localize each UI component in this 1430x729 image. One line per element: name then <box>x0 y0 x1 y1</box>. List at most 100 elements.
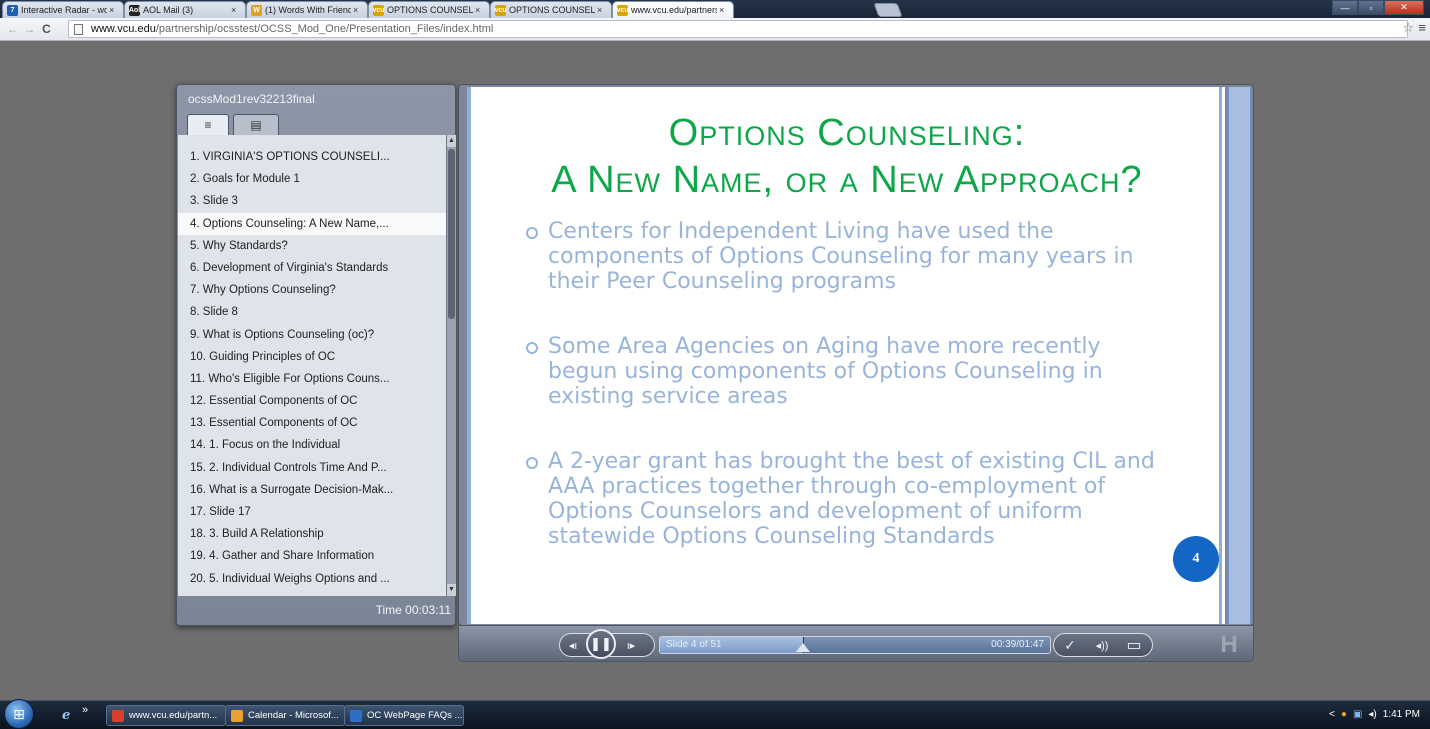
elapsed-time: Time 00:03:11 <box>375 603 451 617</box>
network-icon[interactable]: ▣ <box>1353 709 1362 720</box>
outline-sidebar: ocssMod1rev32213final ≡ ▤ 1. VIRGINIA'S … <box>176 84 456 626</box>
browser-tab[interactable]: vcuOPTIONS COUNSELING S× <box>368 1 490 18</box>
pause-icon[interactable]: ❚❚ <box>586 628 616 659</box>
presentation-player: ocssMod1rev32213final ≡ ▤ 1. VIRGINIA'S … <box>176 84 1254 662</box>
seek-bar[interactable]: Slide 4 of 51 00:39/01:47 <box>659 636 1051 654</box>
seek-handle-icon[interactable] <box>796 643 811 652</box>
outline-item[interactable]: 16. What is a Surrogate Decision-Mak... <box>178 479 446 501</box>
outline-item[interactable]: 7. Why Options Counseling? <box>178 279 446 301</box>
outline-item[interactable]: 1. VIRGINIA'S OPTIONS COUNSELI... <box>178 146 446 168</box>
slide-number-badge: 4 <box>1173 536 1219 582</box>
close-tab-icon[interactable]: × <box>597 5 607 15</box>
ie-icon[interactable]: e <box>62 708 70 723</box>
outline-item[interactable]: 8. Slide 8 <box>178 301 446 323</box>
outline-item[interactable]: 13. Essential Components of OC <box>178 412 446 434</box>
slide-bullet: A 2-year grant has brought the best of e… <box>526 449 1166 549</box>
minimize-button[interactable]: — <box>1332 0 1358 15</box>
slide-border-decoration <box>1227 87 1251 624</box>
playback-controls: ◂ı ❚❚ ı▸ Slide 4 of 51 00:39/01:47 ✓ ◂))… <box>458 625 1254 662</box>
presentation-title: ocssMod1rev32213final <box>188 92 315 106</box>
url-host: www.vcu.edu <box>91 23 156 35</box>
close-window-button[interactable]: ✕ <box>1384 0 1424 15</box>
outline-item[interactable]: 18. 3. Build A Relationship <box>178 523 446 545</box>
slide-bullets: Centers for Independent Living have used… <box>526 219 1166 589</box>
vcu-icon: vcu <box>372 4 385 16</box>
browser-tab[interactable]: 7Interactive Radar - wdbj7.× <box>2 1 124 18</box>
maximize-button[interactable]: ▫ <box>1358 0 1384 15</box>
outline-item[interactable]: 17. Slide 17 <box>178 501 446 523</box>
scroll-up-arrow-icon[interactable]: ▲ <box>447 135 456 147</box>
scroll-down-arrow-icon[interactable]: ▼ <box>447 584 456 596</box>
bullet-circle-icon <box>526 227 538 239</box>
slide-frame: Options Counseling: A New Name, or a New… <box>458 84 1254 626</box>
playback-button-group: ◂ı ❚❚ ı▸ <box>559 628 655 659</box>
outline-item[interactable]: 3. Slide 3 <box>178 190 446 212</box>
slide-canvas: Options Counseling: A New Name, or a New… <box>467 87 1219 624</box>
browser-tab[interactable]: vcuwww.vcu.edu/partnership× <box>612 1 734 18</box>
browser-tab-title: (1) Words With Friends on <box>265 5 351 15</box>
outline-item[interactable]: 6. Development of Virginia's Standards <box>178 257 446 279</box>
close-tab-icon[interactable]: × <box>353 5 363 15</box>
browser-tab[interactable]: W(1) Words With Friends on× <box>246 1 368 18</box>
browser-tab-strip: 7Interactive Radar - wdbj7.×AolAOL Mail … <box>0 0 1430 18</box>
taskbar-button-label: OC WebPage FAQs ... <box>367 710 463 721</box>
browser-toolbar: ← → C www.vcu.edu/partnership/ocsstest/O… <box>0 18 1430 41</box>
taskbar-button-label: Calendar - Microsof... <box>248 710 339 721</box>
browser-tab[interactable]: vcuOPTIONS COUNSELING S× <box>490 1 612 18</box>
outline-item[interactable]: 12. Essential Components of OC <box>178 390 446 412</box>
start-button[interactable]: ⊞ <box>4 699 34 729</box>
outline-item[interactable]: 19. 4. Gather and Share Information <box>178 545 446 567</box>
previous-slide-icon[interactable]: ◂ı <box>560 639 586 652</box>
outline-item[interactable]: 14. 1. Focus on the Individual <box>178 434 446 456</box>
address-bar[interactable]: www.vcu.edu/partnership/ocsstest/OCSS_Mo… <box>68 20 1408 38</box>
outline-item[interactable]: 15. 2. Individual Controls Time And P... <box>178 457 446 479</box>
fullscreen-icon[interactable]: ▭ <box>1118 635 1150 655</box>
forward-arrow-icon[interactable]: → <box>21 22 38 36</box>
speaker-icon[interactable]: ◂) <box>1368 709 1376 720</box>
slide-time: 00:39/01:47 <box>991 639 1044 650</box>
outline-item[interactable]: 5. Why Standards? <box>178 235 446 257</box>
outline-item[interactable]: 20. 5. Individual Weighs Options and ... <box>178 568 446 590</box>
bookmark-star-icon[interactable]: ☆ <box>1402 20 1414 36</box>
outline-item[interactable]: 10. Guiding Principles of OC <box>178 346 446 368</box>
slide-bullet: Centers for Independent Living have used… <box>526 219 1166 294</box>
tray-app-icon[interactable]: ● <box>1341 709 1347 720</box>
volume-icon[interactable]: ◂)) <box>1086 639 1118 652</box>
taskbar-button[interactable]: OC WebPage FAQs ... <box>344 705 464 726</box>
slide-title-line-2: A New Name, or a New Approach? <box>551 159 1143 201</box>
taskbar-button[interactable]: Calendar - Microsof... <box>225 705 345 726</box>
check-icon[interactable]: ✓ <box>1054 637 1086 654</box>
reload-icon[interactable]: C <box>38 22 55 36</box>
outline-scrollbar[interactable]: ▲ ▼ <box>446 135 456 596</box>
outline-item[interactable]: 11. Who's Eligible For Options Couns... <box>178 368 446 390</box>
tray-expand-icon[interactable]: < <box>1329 709 1335 720</box>
slide-title-line-1: Options Counseling: <box>668 112 1026 154</box>
new-tab-button[interactable] <box>873 3 903 17</box>
browser-menu-icon[interactable]: ≡ <box>1418 20 1426 35</box>
close-tab-icon[interactable]: × <box>109 5 119 15</box>
browser-tab-title: AOL Mail (3) <box>143 5 194 15</box>
slide-bullet-text: A 2-year grant has brought the best of e… <box>548 449 1155 549</box>
url-path: /partnership/ocsstest/OCSS_Mod_One/Prese… <box>155 23 494 35</box>
outline-item[interactable]: 4. Options Counseling: A New Name,... <box>178 212 446 235</box>
taskbar-button[interactable]: www.vcu.edu/partn... <box>106 705 226 726</box>
outline-item[interactable]: 2. Goals for Module 1 <box>178 168 446 190</box>
outline-item[interactable]: 9. What is Options Counseling (oc)? <box>178 324 446 346</box>
vcu-icon: vcu <box>494 4 507 16</box>
tab-outline[interactable]: ≡ <box>187 114 229 135</box>
more-quicklaunch-icon[interactable]: » <box>82 704 88 716</box>
browser-tab[interactable]: Aol AOL Mail (3) × <box>124 1 246 18</box>
scrollbar-thumb[interactable] <box>448 149 455 319</box>
back-arrow-icon[interactable]: ← <box>4 22 21 36</box>
chrome-icon <box>112 709 124 722</box>
next-slide-icon[interactable]: ı▸ <box>616 639 646 652</box>
windows-taskbar: ⊞ e » www.vcu.edu/partn... Calendar - Mic… <box>0 699 1430 729</box>
slide-counter: Slide 4 of 51 <box>666 639 722 650</box>
system-tray: < ● ▣ ◂) 1:41 PM <box>1329 709 1420 720</box>
clock[interactable]: 1:41 PM <box>1383 709 1420 720</box>
close-tab-icon[interactable]: × <box>719 5 729 15</box>
close-tab-icon[interactable]: × <box>475 5 485 15</box>
tab-notes[interactable]: ▤ <box>233 114 279 135</box>
outlook-calendar-icon <box>231 709 243 722</box>
close-tab-icon[interactable]: × <box>231 5 241 15</box>
